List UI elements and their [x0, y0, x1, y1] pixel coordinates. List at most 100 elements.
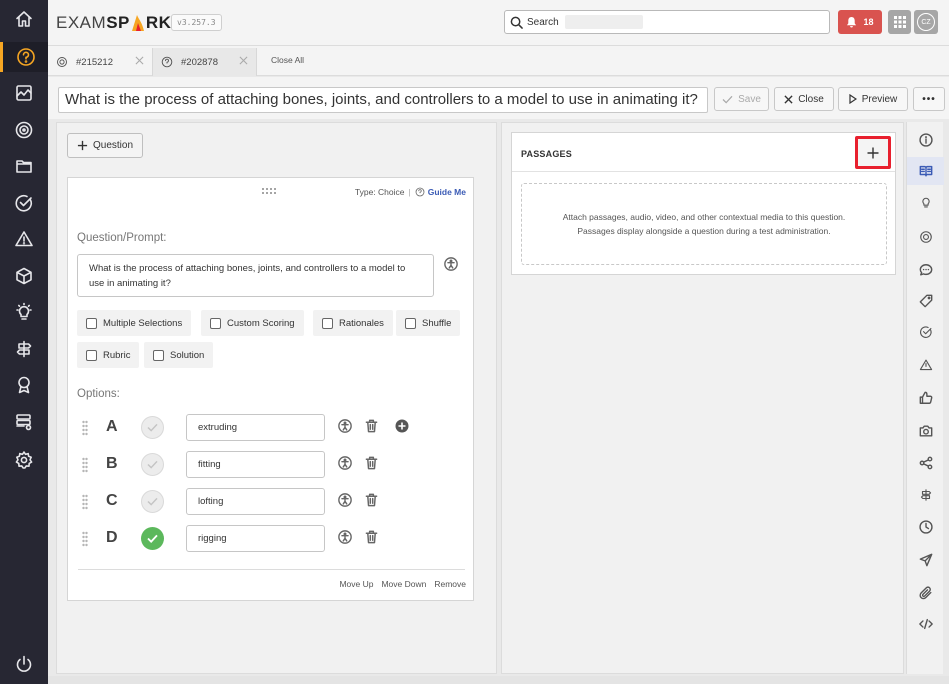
nav-settings[interactable] [0, 445, 48, 475]
question-title-input[interactable]: What is the process of attaching bones, … [58, 87, 708, 113]
strip-routes[interactable] [907, 481, 944, 509]
drag-handle-icon[interactable] [82, 531, 88, 547]
nav-issues[interactable] [0, 224, 48, 254]
preview-button[interactable]: Preview [838, 87, 908, 111]
accessibility-icon[interactable] [338, 419, 352, 433]
more-button[interactable]: ••• [913, 87, 945, 111]
title-bar: What is the process of attaching bones, … [48, 77, 949, 119]
checkbox-box [405, 317, 416, 329]
rationales-checkbox[interactable]: Rationales [313, 310, 393, 336]
move-up-link[interactable]: Move Up [339, 579, 373, 589]
add-circle-icon[interactable] [395, 419, 409, 433]
trash-icon[interactable] [365, 493, 378, 507]
option-input[interactable]: fitting [186, 451, 325, 478]
correct-toggle[interactable] [141, 490, 164, 513]
question-type-label: Type: Choice [354, 187, 405, 197]
nav-home[interactable] [0, 4, 48, 34]
drag-handle-icon[interactable] [82, 494, 88, 510]
option-input[interactable]: rigging [186, 525, 325, 552]
drag-handle-icon[interactable] [82, 420, 88, 436]
signpost-icon [920, 489, 931, 501]
trash-icon[interactable] [365, 419, 378, 433]
nav-packages[interactable] [0, 261, 48, 291]
strip-history[interactable] [907, 513, 944, 541]
apps-button[interactable] [888, 10, 911, 34]
multiple-selections-checkbox[interactable]: Multiple Selections [77, 310, 192, 336]
nav-system[interactable] [0, 407, 48, 437]
nav-questions[interactable] [0, 42, 48, 72]
move-down-link[interactable]: Move Down [381, 579, 426, 589]
chart-image-icon [16, 85, 32, 101]
accessibility-icon[interactable] [444, 257, 458, 271]
shuffle-checkbox[interactable]: Shuffle [396, 310, 461, 336]
passages-title: PASSAGES [521, 149, 572, 159]
option-input[interactable]: lofting [186, 488, 325, 515]
option-letter: A [106, 418, 118, 435]
bell-icon [847, 16, 857, 28]
strip-tags[interactable] [907, 287, 944, 315]
strip-attachments[interactable] [907, 579, 944, 607]
avatar[interactable]: CZ [914, 10, 938, 34]
tab-202878[interactable]: #202878 [152, 48, 257, 76]
nav-reviews[interactable] [0, 188, 48, 218]
tab-215212[interactable]: #215212 [48, 48, 152, 76]
strip-reviews[interactable] [907, 318, 944, 346]
custom-scoring-checkbox[interactable]: Custom Scoring [201, 310, 304, 336]
trash-icon[interactable] [365, 456, 378, 470]
play-icon [849, 94, 857, 104]
nav-objectives[interactable] [0, 115, 48, 145]
nav-reports[interactable] [0, 78, 48, 108]
search-input[interactable]: Search [504, 10, 830, 34]
checkbox-box [86, 349, 97, 361]
strip-share[interactable] [907, 449, 944, 477]
close-icon[interactable] [239, 56, 248, 65]
add-passage-button[interactable] [855, 136, 891, 169]
solution-checkbox[interactable]: Solution [144, 342, 214, 368]
drag-handle-icon[interactable] [261, 187, 281, 195]
accessibility-icon[interactable] [338, 456, 352, 470]
strip-passages[interactable] [907, 157, 944, 185]
rubric-checkbox[interactable]: Rubric [77, 342, 140, 368]
question-circle-icon [16, 48, 35, 66]
strip-embed[interactable] [907, 610, 944, 638]
code-icon [918, 618, 933, 630]
trash-icon[interactable] [365, 530, 378, 544]
question-type: Type: Choice | Guide Me [355, 187, 466, 197]
logo[interactable]: EXAM SP RK [56, 12, 171, 34]
strip-ideas[interactable] [907, 188, 944, 216]
search-redacted-text [564, 15, 643, 29]
check-icon [147, 460, 158, 469]
nav-certifications[interactable] [0, 370, 48, 400]
correct-toggle[interactable] [141, 453, 164, 476]
cube-icon [16, 267, 32, 285]
close-all-link[interactable]: Close All [271, 55, 304, 65]
strip-media[interactable] [907, 417, 944, 445]
prompt-input[interactable]: What is the process of attaching bones, … [77, 254, 434, 297]
nav-folders[interactable] [0, 151, 48, 181]
nav-ideas[interactable] [0, 297, 48, 327]
save-button[interactable]: Save [714, 87, 769, 111]
guide-me-link[interactable]: Guide Me [415, 187, 466, 197]
checkbox-label: Custom Scoring [227, 317, 295, 329]
strip-comments[interactable] [907, 256, 944, 284]
strip-send[interactable] [907, 546, 944, 574]
add-question-button[interactable]: Question [67, 133, 143, 158]
close-button[interactable]: Close [774, 87, 834, 111]
strip-ratings[interactable] [907, 384, 944, 412]
correct-toggle[interactable] [141, 527, 164, 550]
accessibility-icon[interactable] [338, 493, 352, 507]
notifications-button[interactable]: 18 [838, 10, 882, 34]
drag-handle-icon[interactable] [82, 457, 88, 473]
strip-info[interactable] [907, 126, 944, 154]
option-input[interactable]: extruding [186, 414, 325, 441]
strip-objectives[interactable] [907, 223, 944, 251]
accessibility-icon[interactable] [338, 530, 352, 544]
nav-routes[interactable] [0, 334, 48, 364]
close-icon[interactable] [135, 56, 144, 65]
strip-issues[interactable] [907, 351, 944, 379]
warning-icon [15, 231, 33, 247]
remove-link[interactable]: Remove [434, 579, 466, 589]
nav-logout[interactable] [0, 649, 48, 679]
correct-toggle[interactable] [141, 416, 164, 439]
logo-text-spark: SP RK [106, 13, 171, 33]
